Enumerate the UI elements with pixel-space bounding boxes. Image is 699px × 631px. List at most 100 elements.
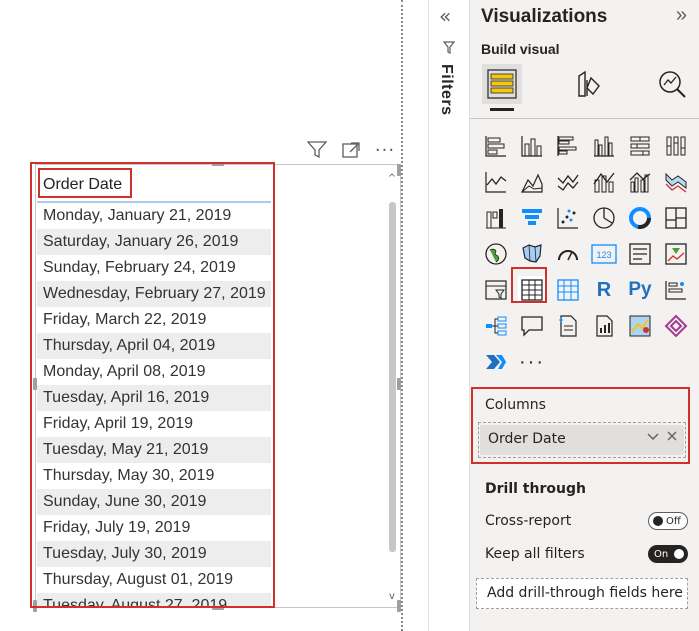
map-icon[interactable] xyxy=(482,240,510,268)
visualizations-title: Visualizations xyxy=(481,6,608,27)
keep-all-filters-toggle[interactable]: On xyxy=(648,545,688,563)
cross-report-toggle[interactable]: Off xyxy=(648,512,688,530)
drill-through-title: Drill through xyxy=(485,481,586,497)
table-row[interactable]: Tuesday, August 27, 2019 xyxy=(37,593,271,606)
table-row[interactable]: Monday, January 21, 2019 xyxy=(37,203,271,229)
table-row[interactable]: Sunday, February 24, 2019 xyxy=(37,255,271,281)
matrix-icon[interactable] xyxy=(554,276,582,304)
table-row[interactable]: Friday, July 19, 2019 xyxy=(37,515,271,541)
gauge-icon[interactable] xyxy=(554,240,582,268)
toggle-state-label: Off xyxy=(666,515,681,527)
table-row[interactable]: Tuesday, July 30, 2019 xyxy=(37,541,271,567)
collapse-filters-icon[interactable]: « xyxy=(439,4,451,28)
chevron-down-icon[interactable] xyxy=(646,431,660,445)
report-canvas: ··· Order Date Monday, January 21, 2019 S… xyxy=(0,0,405,631)
focus-mode-icon[interactable] xyxy=(339,140,363,160)
toggle-knob xyxy=(653,516,663,526)
table-row[interactable]: Tuesday, May 21, 2019 xyxy=(37,437,271,463)
smart-narrative-icon[interactable] xyxy=(554,312,582,340)
r-visual-icon[interactable]: R xyxy=(590,276,618,304)
canvas-edge xyxy=(401,0,403,631)
toggle-knob xyxy=(674,549,684,559)
table-row[interactable]: Friday, March 22, 2019 xyxy=(37,307,271,333)
scatter-chart-icon[interactable] xyxy=(554,204,582,232)
card-icon[interactable]: 123 xyxy=(590,240,618,268)
100-stacked-column-chart-icon[interactable] xyxy=(662,132,690,160)
pie-chart-icon[interactable] xyxy=(590,204,618,232)
table-row[interactable]: Monday, April 08, 2019 xyxy=(37,359,271,385)
clustered-column-chart-icon[interactable] xyxy=(590,132,618,160)
stacked-bar-chart-icon[interactable] xyxy=(482,132,510,160)
active-tab-indicator xyxy=(490,108,514,111)
drill-through-drop-zone[interactable]: Add drill-through fields here xyxy=(476,578,688,609)
scroll-up-arrow[interactable]: ^ xyxy=(386,172,398,186)
funnel-chart-icon[interactable] xyxy=(518,204,546,232)
keep-all-filters-label: Keep all filters xyxy=(485,546,585,562)
power-apps-icon[interactable] xyxy=(662,312,690,340)
field-chip-label: Order Date xyxy=(488,431,566,447)
build-visual-icon[interactable] xyxy=(482,64,522,104)
more-visuals-label: ··· xyxy=(519,351,545,373)
filters-pane-collapsed[interactable]: « Filters xyxy=(428,0,468,631)
filled-map-icon[interactable] xyxy=(518,240,546,268)
table-row[interactable]: Sunday, June 30, 2019 xyxy=(37,489,271,515)
line-and-clustered-column-icon[interactable] xyxy=(626,168,654,196)
stacked-column-chart-icon[interactable] xyxy=(518,132,546,160)
area-chart-icon[interactable] xyxy=(518,168,546,196)
line-and-stacked-column-icon[interactable] xyxy=(590,168,618,196)
decomposition-tree-icon[interactable] xyxy=(482,312,510,340)
multi-row-card-icon[interactable] xyxy=(626,240,654,268)
format-visual-icon[interactable] xyxy=(569,64,609,104)
pane-mode-tabs xyxy=(478,62,692,118)
table-row[interactable]: Thursday, April 04, 2019 xyxy=(37,333,271,359)
qa-icon[interactable] xyxy=(518,312,546,340)
paginated-report-icon[interactable] xyxy=(590,312,618,340)
key-influencers-icon[interactable] xyxy=(662,276,690,304)
table-row[interactable]: Tuesday, April 16, 2019 xyxy=(37,385,271,411)
pane-divider xyxy=(470,118,699,119)
table-row[interactable]: Friday, April 19, 2019 xyxy=(37,411,271,437)
toggle-state-label: On xyxy=(654,548,669,560)
table-row[interactable]: Saturday, January 26, 2019 xyxy=(37,229,271,255)
power-automate-icon[interactable] xyxy=(482,348,510,376)
table-row[interactable]: Wednesday, February 27, 2019 xyxy=(37,281,271,307)
azure-map-icon[interactable] xyxy=(626,312,654,340)
waterfall-chart-icon[interactable] xyxy=(482,204,510,232)
resize-handle-bottom[interactable] xyxy=(212,606,224,610)
data-table: Order Date Monday, January 21, 2019 Satur… xyxy=(37,170,271,606)
funnel-icon xyxy=(442,40,456,59)
columns-field-chip[interactable]: Order Date xyxy=(480,425,684,455)
visual-header: ··· xyxy=(305,140,397,161)
resize-handle-top[interactable] xyxy=(212,162,224,166)
python-visual-icon[interactable]: Py xyxy=(626,276,654,304)
donut-chart-icon[interactable] xyxy=(626,204,654,232)
build-visual-label: Build visual xyxy=(481,41,560,57)
table-row[interactable]: Thursday, August 01, 2019 xyxy=(37,567,271,593)
columns-well-label: Columns xyxy=(485,397,546,413)
stacked-area-chart-icon[interactable] xyxy=(554,168,582,196)
close-icon[interactable] xyxy=(666,430,678,446)
kpi-icon[interactable] xyxy=(662,240,690,268)
more-visuals-icon[interactable]: ··· xyxy=(518,348,546,376)
scroll-down-arrow[interactable]: v xyxy=(386,590,398,604)
svg-text:123: 123 xyxy=(596,250,611,260)
clustered-bar-chart-icon[interactable] xyxy=(554,132,582,160)
funnel-icon[interactable] xyxy=(305,140,329,160)
table-icon[interactable] xyxy=(518,276,546,304)
table-body: Monday, January 21, 2019 Saturday, Januar… xyxy=(37,203,271,606)
column-header-order-date[interactable]: Order Date xyxy=(37,170,271,203)
line-chart-icon[interactable] xyxy=(482,168,510,196)
filters-label[interactable]: Filters xyxy=(437,64,455,116)
ribbon-chart-icon[interactable] xyxy=(662,168,690,196)
slicer-icon[interactable] xyxy=(482,276,510,304)
visualizations-pane: Visualizations » Build visual 123 R Py ·… xyxy=(469,0,699,631)
analytics-icon[interactable] xyxy=(652,64,692,104)
table-row[interactable]: Thursday, May 30, 2019 xyxy=(37,463,271,489)
expand-pane-icon[interactable]: » xyxy=(676,4,687,27)
python-visual-label: Py xyxy=(628,279,652,300)
100-stacked-bar-chart-icon[interactable] xyxy=(626,132,654,160)
treemap-icon[interactable] xyxy=(662,204,690,232)
table-scrollbar[interactable]: ^ v xyxy=(386,172,398,604)
more-options-icon[interactable]: ··· xyxy=(373,140,397,161)
scroll-thumb[interactable] xyxy=(389,202,396,552)
